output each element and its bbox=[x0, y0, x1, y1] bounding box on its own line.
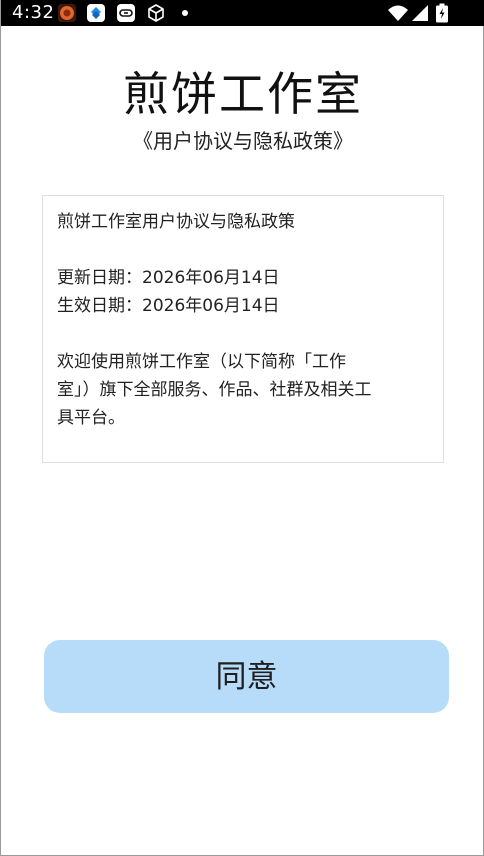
status-bar: 4:32 bbox=[1, 0, 484, 26]
app-blue-icon bbox=[87, 4, 105, 22]
page-subtitle: 《用户协议与隐私政策》 bbox=[133, 129, 353, 153]
agreement-heading: 煎饼工作室用户协议与隐私政策 bbox=[57, 212, 295, 232]
updated-date: 更新日期：2026年06月14日 bbox=[57, 268, 280, 288]
signal-icon bbox=[412, 5, 428, 21]
effective-date: 生效日期：2026年06月14日 bbox=[57, 296, 280, 316]
wifi-icon bbox=[388, 5, 408, 21]
status-time: 4:32 bbox=[12, 2, 55, 23]
cube-icon bbox=[148, 4, 164, 22]
app-screen: 4:32 煎饼工作室 《用户协议与隐私政策》 煎饼工作室用户协议与隐私政策 更新… bbox=[0, 0, 484, 856]
agree-button[interactable]: 同意 bbox=[44, 640, 449, 713]
app-notification-icon bbox=[58, 4, 76, 22]
intro-paragraph-line-2: 室」）旗下全部服务、作品、社群及相关工 bbox=[57, 380, 372, 400]
intro-paragraph-line-3: 具平台。 bbox=[57, 408, 125, 428]
dot-icon bbox=[182, 10, 188, 16]
agreement-text-box[interactable]: 煎饼工作室用户协议与隐私政策 更新日期：2026年06月14日 生效日期：202… bbox=[42, 195, 444, 463]
battery-icon bbox=[436, 3, 448, 23]
page-title: 煎饼工作室 bbox=[123, 67, 363, 121]
intro-paragraph-line-1: 欢迎使用煎饼工作室（以下简称「工作 bbox=[57, 352, 346, 372]
app-link-icon bbox=[117, 4, 135, 22]
